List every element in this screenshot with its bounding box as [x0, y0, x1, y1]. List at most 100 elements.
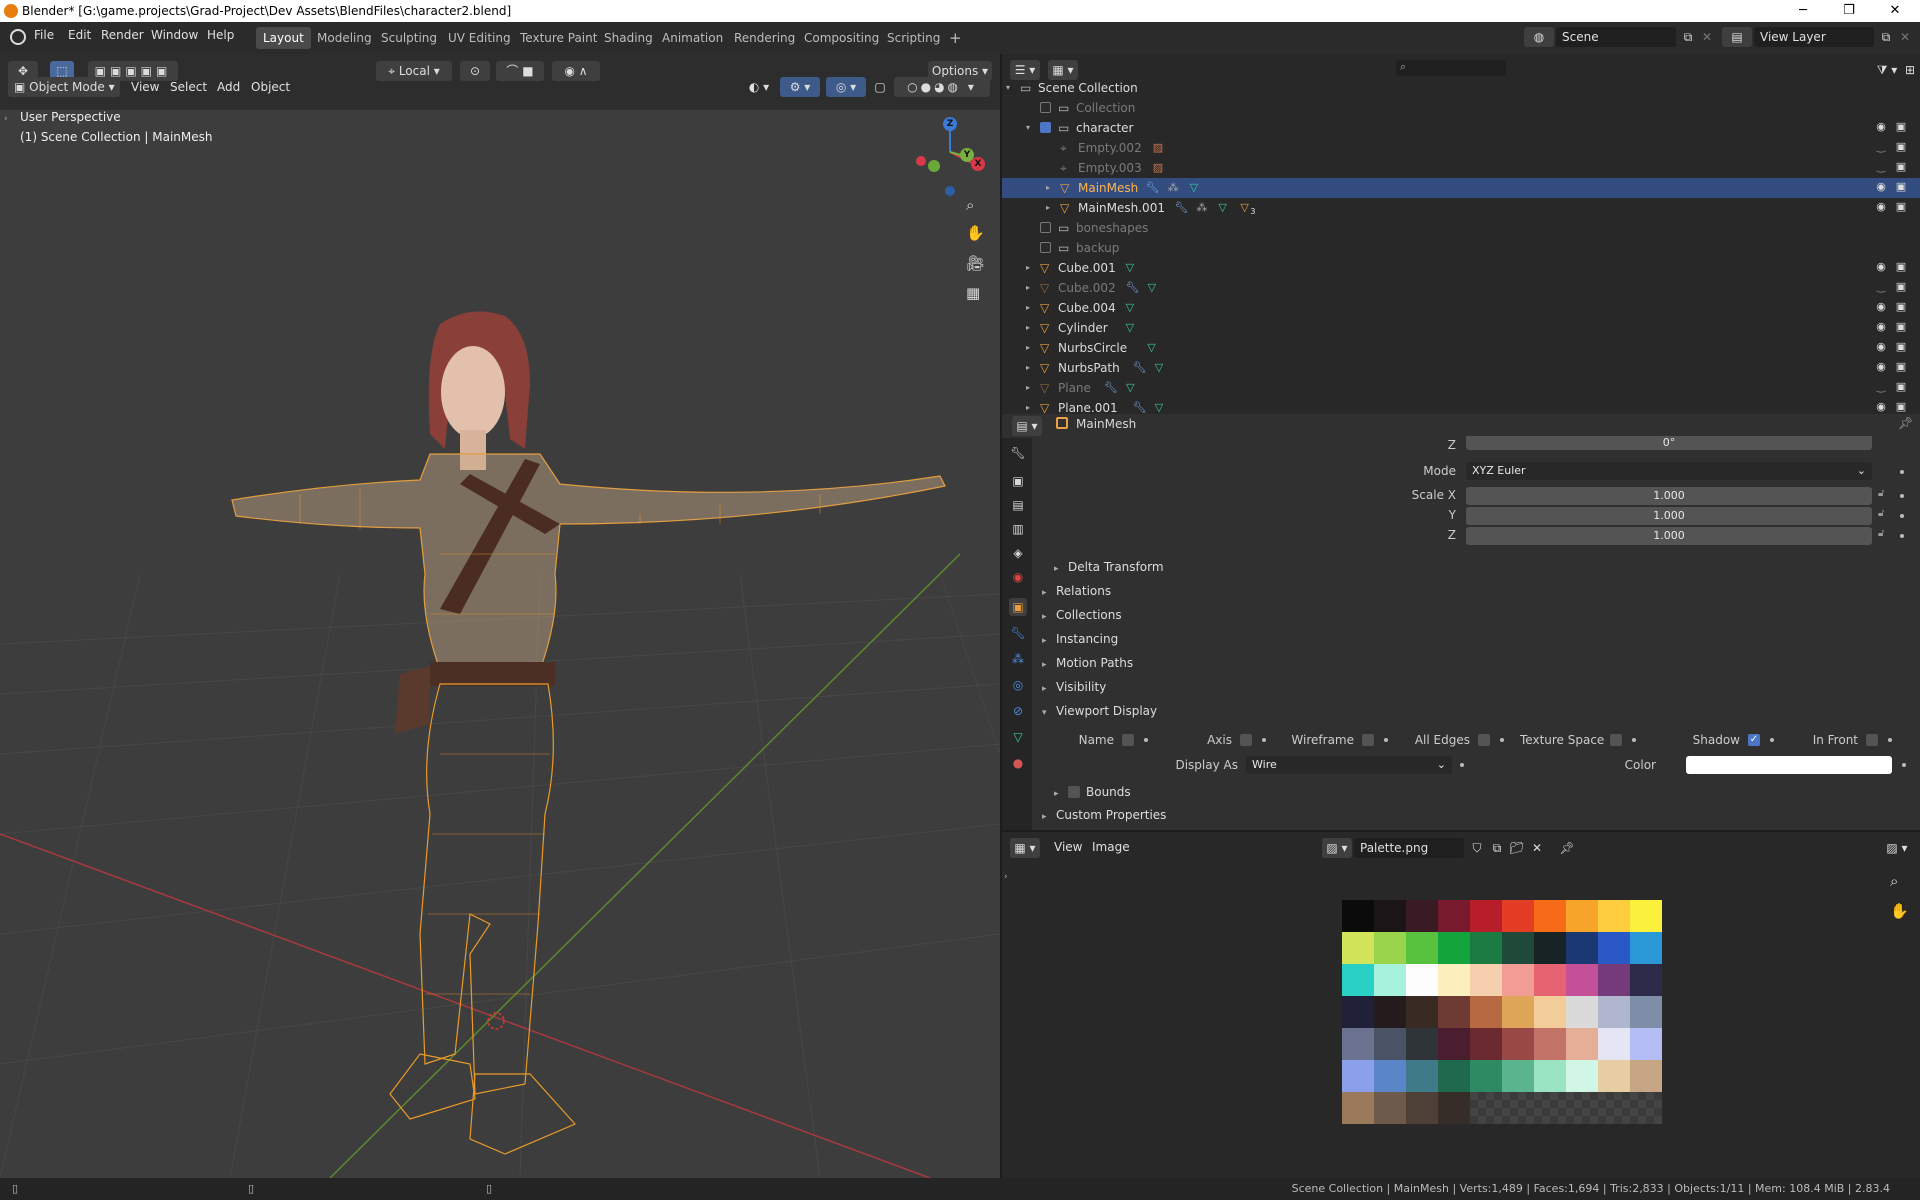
tool-tab-icon[interactable]: 🔧︎	[1009, 444, 1027, 462]
expand-arrow-icon[interactable]: ▸	[1026, 298, 1030, 318]
fake-user-icon[interactable]: ⛉	[1468, 838, 1486, 858]
scene-name-field[interactable]: Scene	[1556, 27, 1676, 47]
outliner-row[interactable]: ⌖ Empty.002 ▨ ‿ ▣	[1002, 138, 1920, 158]
outliner-row[interactable]: ▸ ▽ Cube.004 ▽ ◉ ▣	[1002, 298, 1920, 318]
expand-arrow-icon[interactable]: ▸	[1046, 198, 1050, 218]
panel-relations[interactable]: ▸ Relations	[1042, 584, 1111, 598]
panel-visibility[interactable]: ▸ Visibility	[1042, 680, 1106, 694]
image-menu-image[interactable]: Image	[1092, 840, 1130, 854]
keyframe-dot[interactable]	[1888, 738, 1892, 742]
expand-arrow-icon[interactable]: ▸	[1026, 358, 1030, 378]
mode-dropdown[interactable]: ▣ Object Mode ▾	[8, 77, 120, 97]
view-layer-field[interactable]: View Layer	[1754, 27, 1874, 47]
keyframe-dot[interactable]	[1902, 763, 1906, 767]
viewport-menu-add[interactable]: Add	[217, 80, 240, 94]
menu-window[interactable]: Window	[151, 28, 198, 42]
view-layer-browse-icon[interactable]: ▤	[1722, 27, 1752, 47]
render-tab-icon[interactable]: ▣	[1009, 472, 1027, 490]
image-menu-view[interactable]: View	[1054, 840, 1082, 854]
menu-file[interactable]: File	[34, 28, 54, 42]
pan-hand-icon[interactable]: ✋	[1890, 902, 1909, 920]
physics-tab-icon[interactable]: ◎	[1009, 676, 1027, 694]
keyframe-dot[interactable]	[1460, 763, 1464, 767]
gizmo-x-icon[interactable]: X	[971, 157, 985, 171]
add-workspace-button[interactable]: +	[942, 27, 969, 49]
display-channels-icon[interactable]: ▨ ▾	[1882, 838, 1912, 858]
restore-button[interactable]: ❐	[1826, 0, 1872, 22]
world-tab-icon[interactable]: ◉	[1009, 568, 1027, 586]
scale-x-field[interactable]: 1.000	[1466, 487, 1872, 505]
exclude-checkbox[interactable]	[1040, 122, 1051, 133]
view-layer-tab-icon[interactable]: ▥	[1009, 520, 1027, 538]
keyframe-dot[interactable]	[1500, 738, 1504, 742]
properties-editor-type-icon[interactable]: ▤ ▾	[1012, 416, 1042, 436]
shadow-checkbox[interactable]: ✓	[1748, 734, 1760, 746]
eye-closed-icon[interactable]: ‿	[1874, 381, 1888, 393]
xray-icon[interactable]: ▢	[870, 77, 890, 97]
blender-menu-icon[interactable]	[10, 29, 26, 45]
object-tab-icon[interactable]: ▣	[1009, 598, 1027, 616]
keyframe-dot[interactable]	[1900, 494, 1904, 498]
remove-view-layer-icon[interactable]: ✕	[1896, 27, 1914, 47]
outliner-row[interactable]: ▾ ▭ character ◉ ▣	[1002, 118, 1920, 138]
tab-scripting[interactable]: Scripting	[880, 27, 947, 49]
menu-edit[interactable]: Edit	[68, 28, 91, 42]
collapse-arrow-icon[interactable]: ▾	[1006, 78, 1010, 98]
outliner-search-input[interactable]	[1396, 60, 1506, 76]
name-checkbox[interactable]	[1122, 734, 1134, 746]
outliner-row[interactable]: ▸ ▽ MainMesh.001 🔧︎ ⁂ ▽ ▽ 3 ◉ ▣	[1002, 198, 1920, 218]
eye-icon[interactable]: ◉	[1874, 401, 1888, 413]
output-tab-icon[interactable]: ▤	[1009, 496, 1027, 514]
pin-icon[interactable]: 📌︎	[1898, 416, 1913, 430]
ortho-toggle-icon[interactable]: ▦	[966, 284, 980, 302]
tab-shading[interactable]: Shading	[597, 27, 660, 49]
scale-z-field[interactable]: 1.000	[1466, 527, 1872, 545]
eye-closed-icon[interactable]: ‿	[1874, 161, 1888, 173]
outliner-row[interactable]: ▸ ▽ MainMesh 🔧︎ ⁂ ▽ ◉ ▣	[1002, 178, 1920, 198]
outliner-row[interactable]: ▸ ▽ NurbsCircle ▽ ◉ ▣	[1002, 338, 1920, 358]
keyframe-dot[interactable]	[1900, 514, 1904, 518]
custom-properties-panel[interactable]: ▸ Custom Properties	[1042, 808, 1166, 822]
expand-arrow-icon[interactable]: ▸	[1026, 258, 1030, 278]
minimize-button[interactable]: ─	[1780, 0, 1826, 22]
scene-tab-icon[interactable]: ◈	[1009, 544, 1027, 562]
outliner-row[interactable]: ▭ Collection	[1002, 98, 1920, 118]
eye-icon[interactable]: ◉	[1874, 201, 1888, 213]
zoom-icon[interactable]: ⌕	[1890, 872, 1898, 890]
zoom-icon[interactable]: ⌕	[966, 196, 974, 214]
scene-browse-icon[interactable]: ◍	[1524, 27, 1554, 47]
outliner-editor-type-icon[interactable]: ☰ ▾	[1010, 60, 1040, 80]
wireframe-checkbox[interactable]	[1362, 734, 1374, 746]
camera-render-icon[interactable]: ▣	[1894, 361, 1908, 373]
shading-mode-icon[interactable]: ○●◕◍ ▾	[894, 77, 990, 97]
remove-scene-icon[interactable]: ✕	[1698, 27, 1716, 47]
outliner-row[interactable]: ▸ ▽ Cube.002 🔧︎ ▽ ‿ ▣	[1002, 278, 1920, 298]
new-view-layer-icon[interactable]: ⧉	[1876, 27, 1896, 47]
expand-arrow-icon[interactable]: ▸	[1026, 278, 1030, 298]
gizmo-neg-z-icon[interactable]	[945, 186, 955, 196]
collapse-arrow-icon[interactable]: ▾	[1026, 118, 1030, 138]
eye-icon[interactable]: ◉	[1874, 361, 1888, 373]
material-tab-icon[interactable]: ●	[1009, 754, 1027, 772]
pivot-icon[interactable]: ⊙	[460, 61, 490, 81]
rotation-mode-dropdown[interactable]: XYZ Euler ⌄	[1466, 462, 1872, 480]
lock-scale-y-icon[interactable]: 🔓︎	[1878, 508, 1884, 519]
keyframe-dot[interactable]	[1770, 738, 1774, 742]
expand-arrow-icon[interactable]: ▸	[1026, 398, 1030, 414]
menu-render[interactable]: Render	[101, 28, 144, 42]
open-image-icon[interactable]: 📁︎	[1508, 838, 1526, 858]
rotation-z-field[interactable]: 0°	[1466, 436, 1872, 450]
palette-image[interactable]	[1342, 900, 1662, 1124]
filter-icon[interactable]: ⧩ ▾	[1872, 60, 1902, 80]
toolbar-toggle-icon[interactable]: ›	[4, 114, 8, 124]
bounds-subpanel[interactable]: ▸ Bounds	[1054, 784, 1131, 799]
keyframe-dot[interactable]	[1262, 738, 1266, 742]
panel-motion-paths[interactable]: ▸ Motion Paths	[1042, 656, 1133, 670]
panel-instancing[interactable]: ▸ Instancing	[1042, 632, 1118, 646]
camera-render-icon[interactable]: ▣	[1894, 381, 1908, 393]
eye-icon[interactable]: ◉	[1874, 301, 1888, 313]
outliner-row[interactable]: ⌖ Empty.003 ▨ ‿ ▣	[1002, 158, 1920, 178]
outliner-row[interactable]: ▸ ▽ Cylinder ▽ ◉ ▣	[1002, 318, 1920, 338]
outliner-row[interactable]: ▸ ▽ NurbsPath 🔧︎ ▽ ◉ ▣	[1002, 358, 1920, 378]
camera-view-icon[interactable]: 🎥︎	[966, 254, 985, 272]
